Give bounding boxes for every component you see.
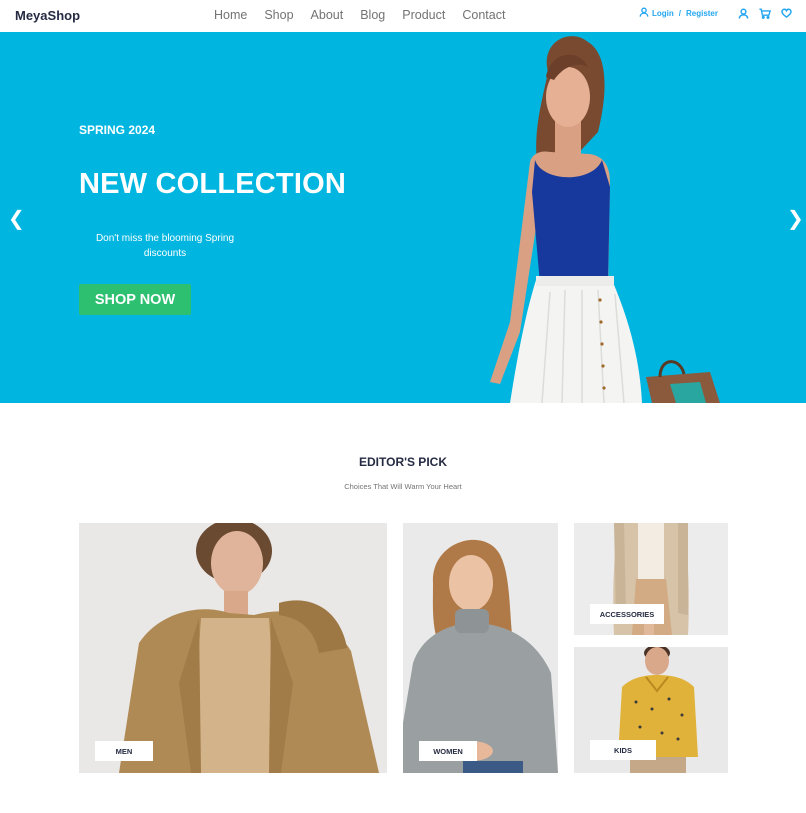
auth-separator: / <box>678 8 681 18</box>
category-card-accessories[interactable]: ACCESSORIES <box>574 523 728 635</box>
login-link[interactable]: Login <box>652 9 674 18</box>
category-card-kids[interactable]: KIDS <box>574 647 728 773</box>
user-icon[interactable] <box>738 8 749 19</box>
hero-model-image <box>490 36 720 403</box>
register-link[interactable]: Register <box>686 9 718 18</box>
men-model-image <box>119 523 379 773</box>
hero-season-label: SPRING 2024 <box>79 123 156 137</box>
hero-banner: SPRING 2024 NEW COLLECTION Don't miss th… <box>0 32 806 403</box>
category-label-women: WOMEN <box>419 741 477 761</box>
shop-now-button[interactable]: SHOP NOW <box>79 284 191 315</box>
category-label-accessories: ACCESSORIES <box>590 604 664 624</box>
hero-title: NEW COLLECTION <box>79 168 347 200</box>
hero-description: Don't miss the blooming Spring discounts <box>95 233 235 259</box>
women-model-image <box>403 539 558 773</box>
heart-icon[interactable] <box>781 8 792 18</box>
editors-pick-title: EDITOR'S PICK <box>359 455 447 469</box>
category-card-men[interactable]: MEN <box>79 523 387 773</box>
navbar: MeyaShop Home Shop About Blog Product Co… <box>0 0 806 32</box>
carousel-prev-icon[interactable]: ❮ <box>8 206 25 231</box>
nav-actions: Login / Register <box>639 7 792 19</box>
auth-links: Login / Register <box>639 7 718 19</box>
login-user-icon <box>639 7 649 19</box>
brand-logo[interactable]: MeyaShop <box>15 8 80 23</box>
nav-link-product[interactable]: Product <box>402 8 445 22</box>
nav-link-home[interactable]: Home <box>214 8 247 22</box>
nav-link-blog[interactable]: Blog <box>360 8 385 22</box>
category-label-kids: KIDS <box>590 740 656 760</box>
category-label-men: MEN <box>95 741 153 761</box>
category-card-women[interactable]: WOMEN <box>403 523 558 773</box>
nav-link-shop[interactable]: Shop <box>264 8 293 22</box>
carousel-next-icon[interactable]: ❯ <box>787 206 804 231</box>
cart-icon[interactable] <box>759 8 771 19</box>
nav-link-about[interactable]: About <box>311 8 344 22</box>
editors-pick-subtitle: Choices That Will Warm Your Heart <box>344 482 462 491</box>
nav-link-contact[interactable]: Contact <box>462 8 505 22</box>
main-nav: Home Shop About Blog Product Contact <box>214 8 522 22</box>
